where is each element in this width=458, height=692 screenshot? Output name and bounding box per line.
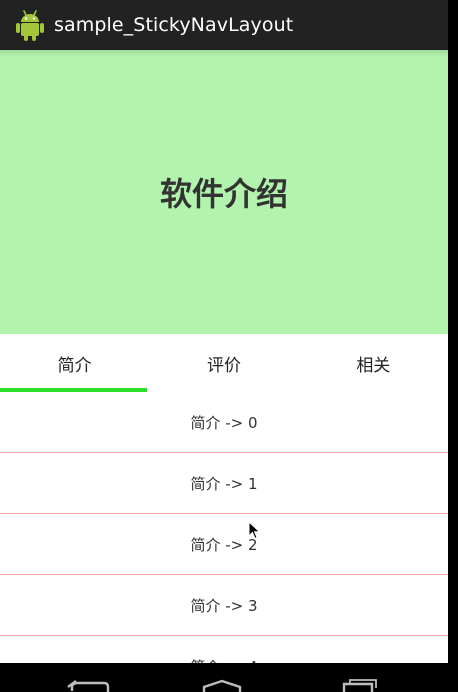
tab-reviews[interactable]: 评价 — [149, 334, 298, 392]
list-item[interactable]: 简介 -> 3 — [0, 575, 448, 636]
tab-label: 相关 — [356, 355, 391, 376]
screen-edge — [448, 0, 458, 692]
list-item-label: 简介 -> 3 — [190, 596, 258, 615]
header-shadow — [0, 50, 448, 56]
tab-related[interactable]: 相关 — [299, 334, 448, 392]
tab-label: 评价 — [206, 355, 241, 376]
tab-label: 简介 — [57, 355, 92, 376]
recents-icon[interactable] — [334, 678, 382, 692]
back-icon[interactable] — [64, 678, 112, 692]
mouse-cursor-icon — [248, 521, 261, 540]
app-title: sample_StickyNavLayout — [54, 14, 294, 36]
header-title: 软件介绍 — [159, 175, 288, 213]
list-item[interactable]: 简介 -> 1 — [0, 453, 448, 514]
android-icon[interactable] — [14, 7, 46, 43]
navigation-bar — [0, 663, 458, 692]
list-item[interactable]: 简介 -> 0 — [0, 392, 448, 453]
home-icon[interactable] — [198, 678, 246, 692]
tab-bar: 简介 评价 相关 — [0, 334, 448, 392]
list-item-label: 简介 -> 0 — [190, 413, 258, 432]
action-bar: sample_StickyNavLayout — [0, 0, 448, 50]
app-screen: sample_StickyNavLayout 软件介绍 简介 评价 相关 简介 … — [0, 0, 448, 692]
list-item-label: 简介 -> 1 — [190, 474, 258, 493]
list-item[interactable]: 简介 -> 4 — [0, 636, 448, 665]
content-list[interactable]: 简介 -> 0 简介 -> 1 简介 -> 2 简介 -> 3 简介 -> 4 — [0, 392, 448, 664]
list-item[interactable]: 简介 -> 2 — [0, 514, 448, 575]
tab-intro[interactable]: 简介 — [0, 334, 149, 392]
header-panel: 软件介绍 — [0, 50, 448, 334]
